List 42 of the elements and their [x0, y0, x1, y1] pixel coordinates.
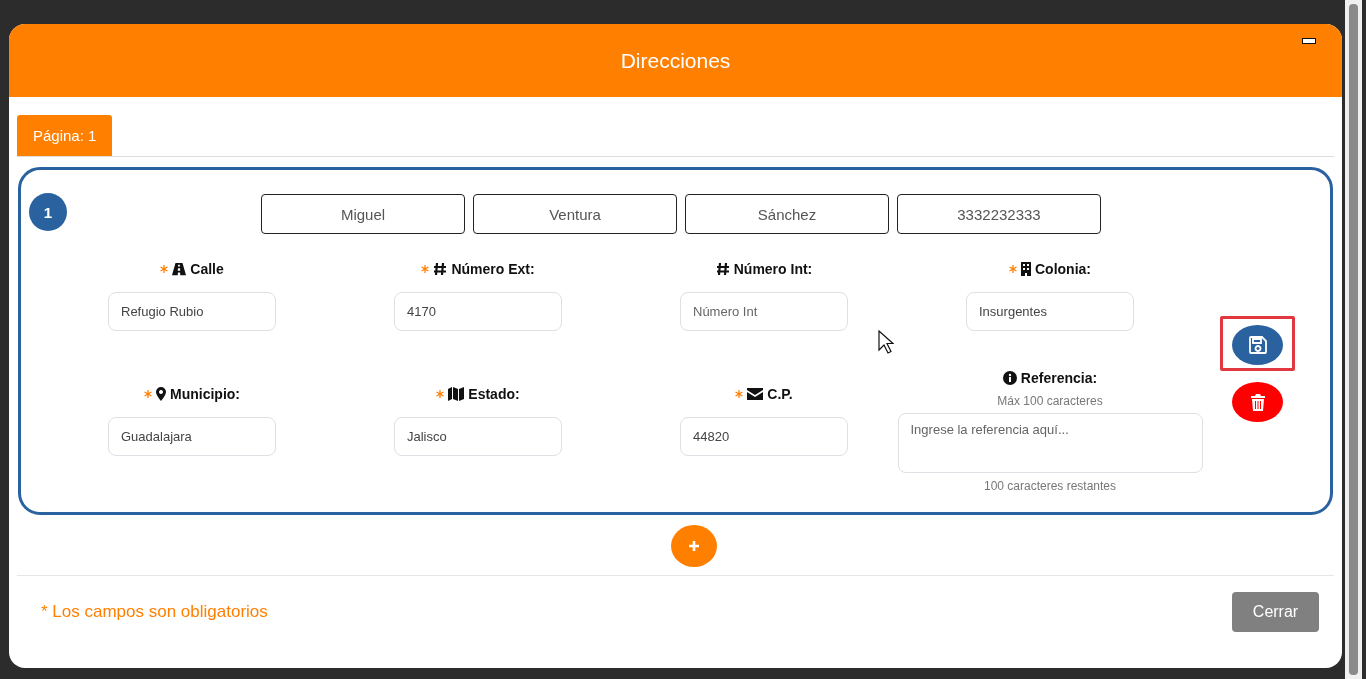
contact-field: 3332232333 [897, 194, 1101, 234]
text-field[interactable]: 4170 [394, 292, 562, 331]
mouse-cursor-icon [878, 330, 894, 354]
info-icon [1002, 371, 1017, 385]
field-label: Referencia: [1020, 370, 1098, 386]
field-label: Colonia: [1035, 261, 1091, 277]
modal-title: Direcciones [620, 48, 731, 73]
map-pin-icon [156, 387, 166, 401]
field-label: Número Ext: [451, 261, 535, 277]
add-button[interactable] [670, 525, 717, 567]
contact-field: Sánchez [685, 194, 889, 234]
delete-button[interactable] [1232, 382, 1283, 422]
road-icon [172, 262, 187, 276]
envelope-icon [747, 388, 764, 400]
field-label: C.P. [767, 386, 793, 402]
field-label: Número Int: [733, 261, 813, 277]
scrollbar[interactable] [1345, 0, 1362, 679]
save-button[interactable] [1232, 325, 1283, 365]
number-badge: 1 [29, 193, 67, 231]
reference-field[interactable]: Ingrese la referencia aquí... [897, 413, 1203, 473]
text-field[interactable]: Refugio Rubio [108, 292, 276, 331]
trash-icon [1250, 393, 1265, 411]
map-icon [448, 387, 465, 401]
text-field[interactable]: Jalisco [394, 417, 562, 456]
text-field[interactable]: Número Int [680, 292, 848, 331]
hint-text: Máx 100 caracteres [997, 394, 1103, 408]
contact-field: Miguel [261, 194, 465, 234]
close-button[interactable]: Cerrar [1232, 592, 1319, 632]
character-counter: 100 caracteres restantes [983, 479, 1117, 493]
contact-field: Ventura [473, 194, 677, 234]
field-label: Calle [190, 261, 224, 277]
text-field[interactable]: Guadalajara [108, 417, 276, 456]
hash-icon [433, 262, 448, 276]
plus-icon [687, 540, 700, 552]
field-label: Municipio: [170, 386, 240, 402]
building-icon [1021, 262, 1031, 276]
hash-icon [715, 262, 730, 276]
required-note: * Los campos son obligatorios [41, 602, 268, 622]
text-field[interactable]: Insurgentes [966, 292, 1134, 331]
field-label: Estado: [468, 386, 520, 402]
minimize-icon[interactable] [1302, 38, 1316, 44]
text-field[interactable]: 44820 [680, 417, 848, 456]
